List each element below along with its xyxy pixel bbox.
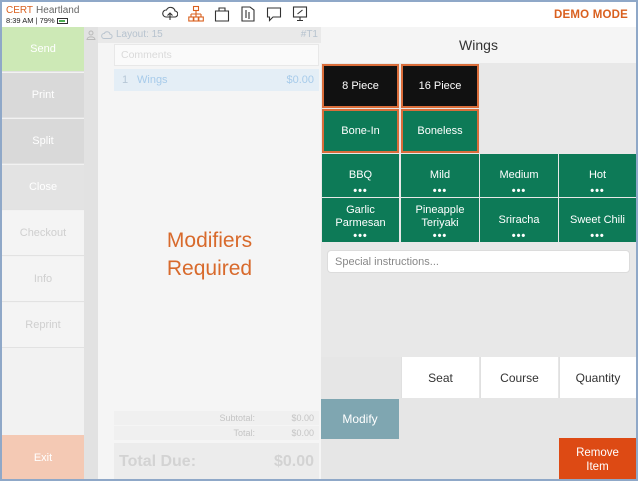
pos-window: CERT Heartland 8:39 AM | 79% DEMO MODE Se… [0,0,638,481]
sauce-label: Sweet Chili [569,213,626,226]
processor-label: Heartland [36,5,80,16]
sauce-hot[interactable]: Hot ••• [559,154,636,197]
sauce-label-line-2: Parmesan [335,217,386,229]
time-battery: 8:39 AM | 79% [6,17,68,25]
cert-label: CERT [6,5,34,16]
reprint-button[interactable]: Reprint [2,303,84,348]
layout-label: Layout: 15 [116,29,163,40]
user-icon [86,30,96,40]
modify-button[interactable]: Modify [321,399,399,439]
close-button[interactable]: Close [2,165,84,210]
order-line-item[interactable]: 1 Wings $0.00 [114,69,319,91]
total-value: $0.00 [291,428,314,438]
more-options-icon: ••• [590,230,605,242]
special-instructions-input[interactable]: Special instructions... [327,250,630,273]
modifier-group-title: Wings [321,27,636,63]
order-panel: Layout: 15 #T1 Comments 1 Wings $0.00 Mo… [98,27,321,479]
ticket-number: #T1 [300,29,318,40]
quantity-button[interactable]: Quantity [559,357,636,398]
environment-label: CERT Heartland [6,5,79,16]
modifiers-required-message: Modifiers Required [98,227,321,283]
remove-item-button[interactable]: Remove Item [559,438,636,479]
action-column: Send Print Split Close Checkout Info Rep… [2,27,84,479]
more-options-icon: ••• [432,185,448,197]
remove-label-line-2: Item [586,460,609,473]
order-scroll-track[interactable] [84,27,98,479]
sauce-garlic-parmesan[interactable]: Garlic Parmesan ••• [322,198,399,242]
subtotal-value: $0.00 [291,413,314,423]
cloud-icon [101,31,113,39]
split-button[interactable]: Split [2,119,84,164]
chat-icon[interactable] [266,5,282,23]
seat-button[interactable]: Seat [401,357,479,398]
send-button[interactable]: Send [2,27,84,72]
sauce-sriracha[interactable]: Sriracha ••• [480,198,558,242]
more-options-icon: ••• [353,230,368,242]
order-header: Layout: 15 #T1 [98,27,321,43]
sauce-label: Mild [429,169,451,181]
modifier-boneless[interactable]: Boneless [401,109,479,153]
line-quantity: 1 [122,74,129,86]
monitor-icon[interactable] [292,5,308,23]
more-options-icon: ••• [432,230,448,242]
message-line-2: Required [166,257,253,280]
sauce-sweet-chili[interactable]: Sweet Chili ••• [559,198,636,242]
sauce-pineapple-teriyaki[interactable]: Pineapple Teriyaki ••• [401,198,479,242]
modifier-8-piece[interactable]: 8 Piece [322,64,399,108]
sauce-label-line-1: Garlic [346,204,375,216]
more-options-icon: ••• [590,185,605,197]
status-bar: CERT Heartland 8:39 AM | 79% DEMO MODE [2,2,636,28]
exit-button[interactable]: Exit [2,435,84,479]
modifier-bone-in[interactable]: Bone-In [322,109,399,153]
modifier-panel: Wings 8 Piece 16 Piece Bone-In Boneless … [321,27,636,479]
total-due-label: Total Due: [119,453,197,470]
folder-icon[interactable] [214,5,230,23]
info-button[interactable]: Info [2,257,84,302]
course-button[interactable]: Course [480,357,558,398]
sauce-label: Medium [499,169,539,181]
line-item-price: $0.00 [286,74,314,86]
total-label: Total: [233,428,255,438]
total-due-row: Total Due: $0.00 [114,443,319,479]
time-battery-label: 8:39 AM | 79% [6,16,55,25]
total-due-value: $0.00 [273,453,314,470]
total-row: Total: $0.00 [114,426,319,440]
more-options-icon: ••• [511,230,527,242]
book-icon[interactable] [240,5,256,23]
totals-section: Subtotal: $0.00 Total: $0.00 Total Due: … [114,411,319,479]
checkout-button[interactable]: Checkout [2,211,84,256]
sauce-label-line-1: Pineapple [415,204,465,216]
subtotal-label: Subtotal: [219,413,255,423]
sauce-label: Hot [588,169,607,181]
status-icons [162,5,308,25]
sauce-medium[interactable]: Medium ••• [480,154,558,197]
demo-mode-label: DEMO MODE [554,9,628,21]
sauce-bbq[interactable]: BBQ ••• [322,154,399,197]
sauce-label: Sriracha [498,213,540,226]
modifier-16-piece[interactable]: 16 Piece [401,64,479,108]
sauce-label-line-2: Teriyaki [421,217,459,229]
message-line-1: Modifiers [166,229,253,252]
sauce-label: Garlic Parmesan [335,204,385,230]
sauce-mild[interactable]: Mild ••• [401,154,479,197]
remove-label-line-1: Remove [576,446,619,459]
network-icon[interactable] [188,5,204,23]
cloud-upload-icon[interactable] [162,5,178,23]
print-button[interactable]: Print [2,73,84,118]
more-options-icon: ••• [511,185,527,197]
more-options-icon: ••• [353,185,368,197]
line-item-name: Wings [137,74,168,86]
sauce-label: Pineapple Teriyaki [416,204,465,230]
comments-field[interactable]: Comments [114,44,319,66]
subtotal-row: Subtotal: $0.00 [114,411,319,425]
sauce-label: BBQ [348,169,373,181]
battery-icon [56,18,68,25]
